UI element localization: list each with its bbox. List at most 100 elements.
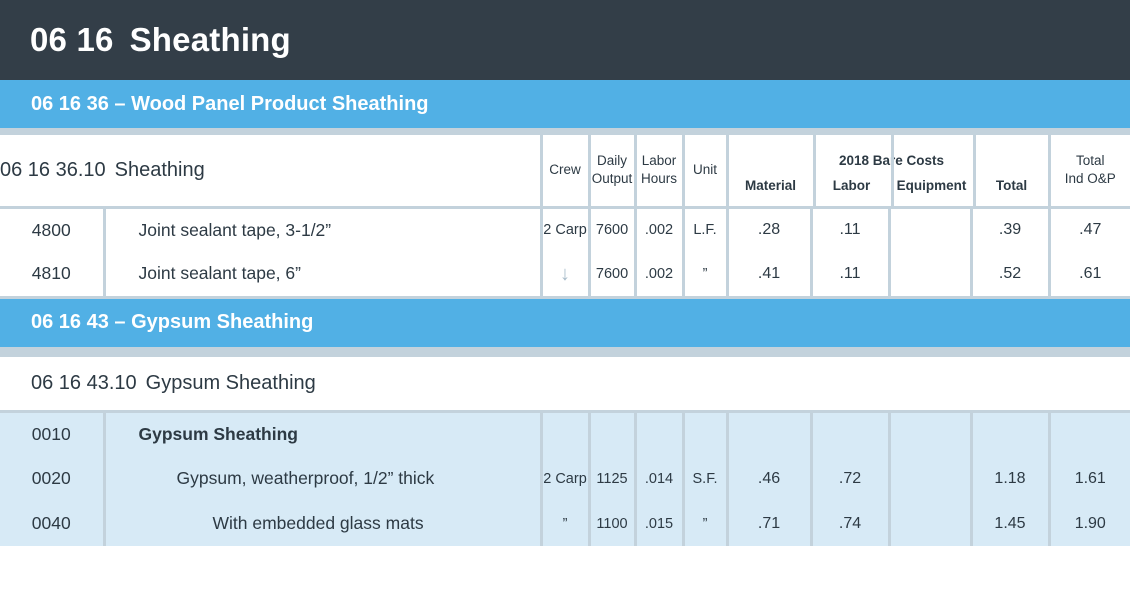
row-labor-hours: .002 bbox=[635, 252, 685, 297]
subhead-title: Sheathing bbox=[114, 158, 205, 181]
row-labor-hours: .014 bbox=[635, 456, 685, 501]
page-title: 06 16 Sheathing bbox=[30, 21, 291, 59]
row-unit bbox=[683, 411, 729, 456]
row-total-incl-oap: .61 bbox=[1079, 264, 1102, 282]
row-unit: S.F. bbox=[683, 456, 729, 501]
row-line-number: 0010 bbox=[0, 411, 106, 456]
row-equipment-cost bbox=[889, 501, 973, 546]
col-header-total-incl-line2: Ind O&P bbox=[1064, 171, 1116, 187]
row-total-cost: 1.18 bbox=[971, 456, 1051, 501]
subhead-code: 06 16 36.10 bbox=[0, 158, 106, 181]
col-header-material: Material bbox=[745, 177, 797, 193]
row-material-cost: .71 bbox=[727, 501, 813, 546]
row-line-number: 0040 bbox=[0, 501, 106, 546]
col-header-equipment: Equipment bbox=[896, 177, 967, 193]
table-subhead-wood-panel: 06 16 36.10 Sheathing bbox=[0, 135, 543, 209]
table-subhead-row-gypsum: 06 16 43.10 Gypsum Sheathing bbox=[0, 355, 1130, 413]
row-material-cost: .41 bbox=[727, 252, 813, 297]
row-crew: 2 Carp bbox=[541, 456, 591, 501]
row-total-cost: 1.45 bbox=[971, 501, 1051, 546]
arrow-down-icon: ↓ bbox=[560, 262, 571, 285]
row-crew-continuation-arrow-icon: ↓ bbox=[541, 252, 591, 297]
section-band-label: 06 16 36 – Wood Panel Product Sheathing bbox=[31, 92, 429, 115]
row-labor-cost: .11 bbox=[811, 207, 891, 252]
row-description: Gypsum Sheathing bbox=[104, 411, 543, 456]
row-line-number: 0020 bbox=[0, 456, 106, 501]
row-line-number: 4800 bbox=[0, 207, 106, 252]
row-description: Joint sealant tape, 3-1/2” bbox=[104, 207, 543, 252]
col-header-total: Total bbox=[995, 177, 1028, 193]
row-description: With embedded glass mats bbox=[104, 501, 543, 546]
row-line-number: 4810 bbox=[0, 252, 106, 297]
table-row[interactable]: 0010 Gypsum Sheathing bbox=[0, 411, 1130, 456]
row-equipment-cost bbox=[889, 456, 973, 501]
col-header-crew: Crew bbox=[541, 135, 591, 209]
row-total-incl-oap: .47 bbox=[1079, 221, 1102, 239]
col-header-daily-label: Daily bbox=[597, 153, 628, 169]
table-row[interactable]: 4800 Joint sealant tape, 3-1/2” 2 Carp 7600… bbox=[0, 207, 1130, 252]
cost-table-gypsum: 06 16 43.10 Gypsum Sheathing 0010 Gypsum S… bbox=[0, 353, 1130, 546]
division-number: 06 16 bbox=[30, 21, 114, 58]
table-row[interactable]: 4810 Joint sealant tape, 6” ↓ 7600.002” .41.… bbox=[0, 252, 1130, 297]
subhead-title-gypsum: Gypsum Sheathing bbox=[145, 371, 316, 394]
row-material-cost: .46 bbox=[727, 456, 813, 501]
table-body-gypsum: 0010 Gypsum Sheathing 0020 Gypsum, weatherp… bbox=[0, 411, 1130, 546]
row-unit: L.F. bbox=[683, 207, 729, 252]
table-header-row: 06 16 36.10 Sheathing Crew Daily Output L… bbox=[0, 135, 1130, 209]
division-title: Sheathing bbox=[129, 21, 291, 58]
row-total-incl-oap: 1.90 bbox=[1049, 501, 1130, 546]
row-material-cost bbox=[727, 411, 813, 456]
col-header-hours-label: Hours bbox=[641, 171, 678, 187]
row-total-incl-oap: 1.61 bbox=[1049, 456, 1130, 501]
col-header-unit-label: Unit bbox=[693, 162, 718, 178]
row-unit: ” bbox=[683, 252, 729, 297]
col-header-bare-costs-subrow: Material Labor Equipment Total bbox=[729, 178, 1055, 193]
row-daily-output: 7600 bbox=[589, 252, 637, 297]
row-labor-hours: .015 bbox=[635, 501, 685, 546]
row-daily-output: 1100 bbox=[589, 501, 637, 546]
col-header-output-label: Output bbox=[591, 171, 633, 187]
cost-table-wood-panel: 06 16 36.10 Sheathing Crew Daily Output L… bbox=[0, 135, 1130, 299]
col-header-unit: Unit bbox=[683, 135, 729, 209]
table-row[interactable]: 0020 Gypsum, weatherproof, 1/2” thick 2 Ca… bbox=[0, 456, 1130, 501]
row-crew: ” bbox=[541, 501, 591, 546]
row-labor-cost: .11 bbox=[811, 252, 891, 297]
section-band-wood-panel: 06 16 36 – Wood Panel Product Sheathing bbox=[0, 80, 1130, 135]
col-header-crew-label: Crew bbox=[549, 162, 581, 178]
col-header-labor-cost: Labor bbox=[832, 177, 871, 193]
table-subhead-gypsum: 06 16 43.10 Gypsum Sheathing bbox=[0, 355, 1130, 413]
col-header-labor-hours: Labor Hours bbox=[635, 135, 685, 209]
division-title-bar: 06 16 Sheathing bbox=[0, 0, 1130, 80]
row-equipment-cost bbox=[889, 411, 973, 456]
col-header-daily-output: Daily Output bbox=[589, 135, 637, 209]
row-labor-hours: .002 bbox=[635, 207, 685, 252]
row-description: Joint sealant tape, 6” bbox=[104, 252, 543, 297]
table-row[interactable]: 0040 With embedded glass mats” 1100.015” .7… bbox=[0, 501, 1130, 546]
cost-data-page: 06 16 Sheathing 06 16 36 – Wood Panel Pro… bbox=[0, 0, 1130, 593]
table-body-wood-panel: 4800 Joint sealant tape, 3-1/2” 2 Carp 7600… bbox=[0, 207, 1130, 297]
subhead-code-gypsum: 06 16 43.10 bbox=[31, 371, 137, 394]
row-unit: ” bbox=[683, 501, 729, 546]
row-labor-cost: .72 bbox=[811, 456, 891, 501]
row-material-cost: .28 bbox=[727, 207, 813, 252]
col-header-total-incl-oap: Total Ind O&P bbox=[1049, 135, 1130, 209]
group-dividers bbox=[729, 135, 1055, 206]
section-band-gypsum: 06 16 43 – Gypsum Sheathing bbox=[0, 298, 1130, 354]
row-crew: 2 Carp bbox=[541, 207, 591, 252]
section-band-label-gypsum: 06 16 43 – Gypsum Sheathing bbox=[31, 311, 314, 333]
row-total-incl-oap bbox=[1049, 411, 1130, 456]
col-header-labor-label: Labor bbox=[641, 153, 677, 169]
row-labor-hours bbox=[635, 411, 685, 456]
row-description: Gypsum, weatherproof, 1/2” thick bbox=[104, 456, 543, 501]
row-total-cost: .39 bbox=[971, 207, 1051, 252]
row-daily-output: 1125 bbox=[589, 456, 637, 501]
row-equipment-cost bbox=[889, 207, 973, 252]
row-daily-output: 7600 bbox=[589, 207, 637, 252]
col-header-bare-costs-group: 2018 Bare Costs Material Labor Equipment… bbox=[727, 135, 1051, 209]
col-header-total-incl-line1: Total bbox=[1076, 153, 1105, 169]
row-crew bbox=[541, 411, 591, 456]
row-labor-cost: .74 bbox=[811, 501, 891, 546]
row-total-cost bbox=[971, 411, 1051, 456]
row-equipment-cost bbox=[889, 252, 973, 297]
row-total-cost: .52 bbox=[971, 252, 1051, 297]
